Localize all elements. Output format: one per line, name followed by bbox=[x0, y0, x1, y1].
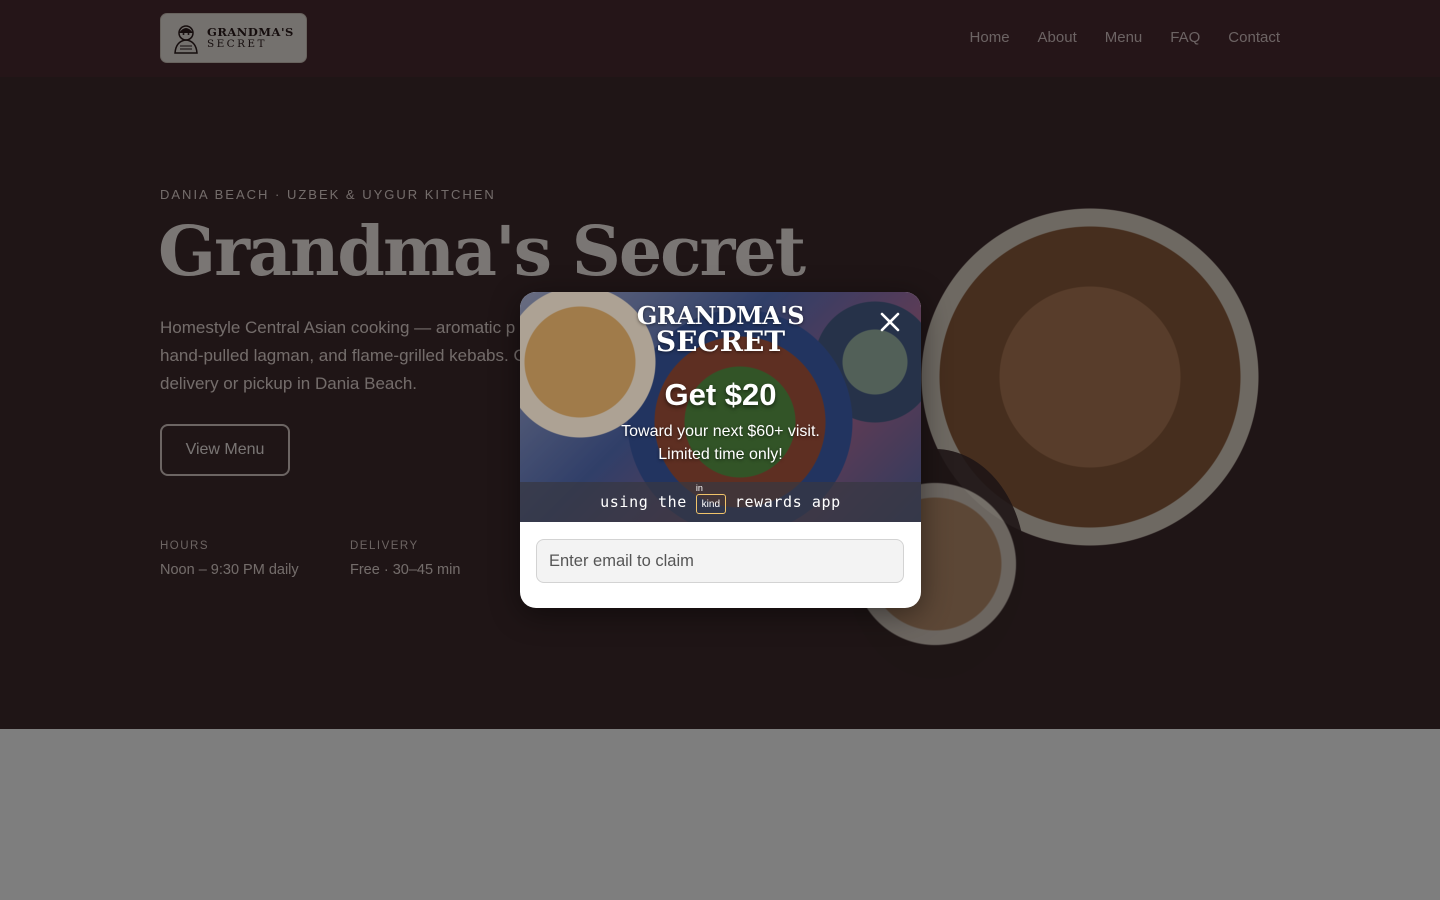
offer-title: Get $20 bbox=[664, 377, 777, 412]
close-icon bbox=[880, 312, 900, 332]
offer-subtitle: Toward your next $60+ visit. Limited tim… bbox=[520, 420, 921, 466]
email-input[interactable] bbox=[536, 539, 904, 583]
offer-line-1: Toward your next $60+ visit. bbox=[621, 423, 820, 440]
popup-brand-line-2: SECRET bbox=[655, 324, 786, 358]
inkind-badge-top: in bbox=[695, 483, 703, 493]
close-button[interactable] bbox=[876, 308, 904, 336]
rewards-prefix: using the bbox=[600, 493, 687, 511]
popup-brand-line-1: GRANDMA'S bbox=[636, 301, 805, 330]
inkind-badge-main: kind bbox=[701, 498, 721, 510]
inkind-logo-icon: in kind bbox=[695, 483, 726, 514]
offer-line-2: Limited time only! bbox=[658, 446, 783, 463]
rewards-strip: using the in kind rewards app bbox=[520, 482, 921, 522]
popup-brand-logo: GRANDMA'S SECRET bbox=[520, 301, 921, 358]
rewards-popup: GRANDMA'S SECRET Get $20 Toward your nex… bbox=[520, 292, 921, 608]
rewards-suffix: rewards app bbox=[734, 493, 841, 511]
